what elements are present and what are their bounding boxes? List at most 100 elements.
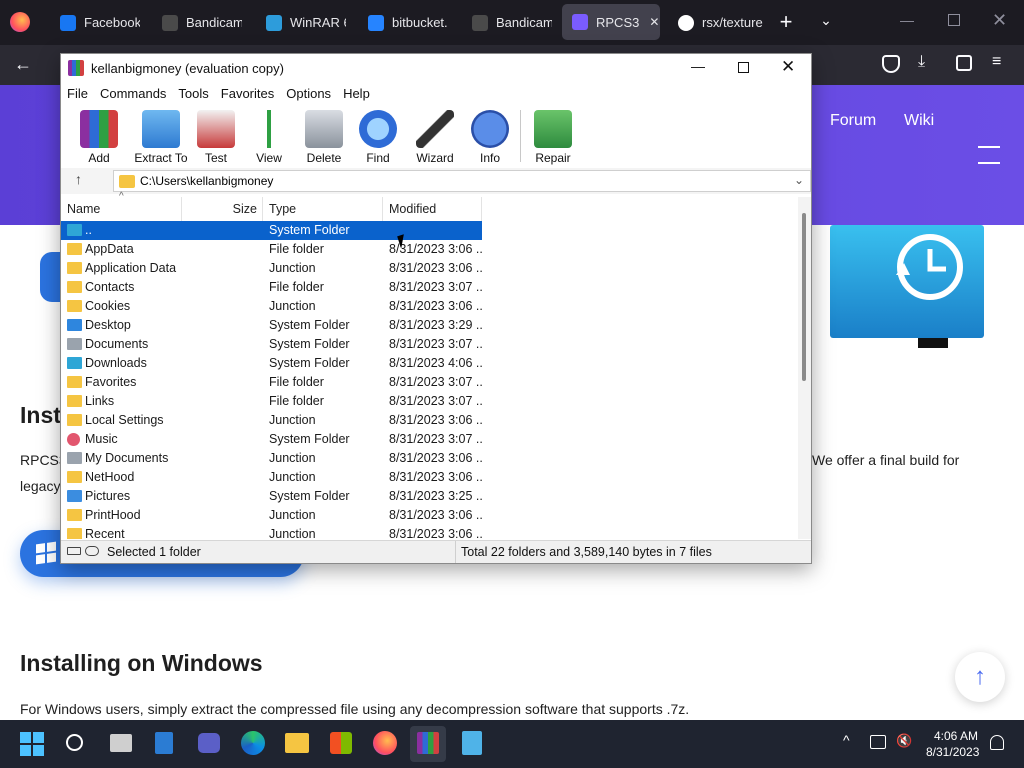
new-tab-icon[interactable]: + [776,10,796,34]
cell-name: Recent [85,527,125,539]
browser-tab[interactable]: Bandicam [152,0,242,45]
file-list-row[interactable]: Links File folder 8/31/2023 3:07 ... [61,392,796,411]
video-call-icon[interactable] [198,733,220,753]
file-list-row[interactable]: Documents System Folder 8/31/2023 3:07 ... [61,335,796,354]
cell-name: Favorites [85,375,137,389]
path-combobox[interactable]: C:\Users\kellanbigmoney ⌄ [113,170,811,192]
firefox-taskbar-icon[interactable] [373,731,397,755]
close-browser-icon[interactable]: ✕ [992,10,1008,30]
task-view-icon[interactable] [110,734,132,752]
menu-tools[interactable]: Tools [172,86,214,101]
file-list-row[interactable]: AppData File folder 8/31/2023 3:06 ... [61,240,796,259]
file-list-row[interactable]: My Documents Junction 8/31/2023 3:06 ... [61,449,796,468]
file-list-row[interactable]: Recent Junction 8/31/2023 3:06 ... [61,525,796,539]
browser-tab-label: WinRAR 6... [290,15,346,30]
path-dropdown-icon[interactable]: ⌄ [794,173,804,187]
history-monitor-illustration [830,225,984,338]
download-icon[interactable]: ⤓ [918,53,936,73]
firefox-menu-icon[interactable] [10,12,30,32]
browser-tab[interactable]: RPCS3 ✕ [562,4,660,40]
menu-options[interactable]: Options [280,86,337,101]
edge-browser-icon[interactable] [241,731,265,755]
file-list-row[interactable]: Contacts File folder 8/31/2023 3:07 ... [61,278,796,297]
notification-bell-icon[interactable] [990,735,1004,750]
cell-name: Contacts [85,280,135,294]
winrar-close-icon[interactable]: ✕ [781,57,797,77]
cell-modified: 8/31/2023 3:25 ... [389,489,482,503]
file-list-row[interactable]: Music System Folder 8/31/2023 3:07 ... [61,430,796,449]
column-size[interactable]: Size [182,197,263,221]
settings-sliders-icon[interactable] [978,146,1000,164]
facebook-icon [60,14,76,31]
notepad-icon[interactable] [462,731,482,755]
menu-favorites[interactable]: Favorites [215,86,280,101]
toolbar-info-button[interactable]: Info [459,104,521,165]
show-hidden-icons-chevron-icon[interactable]: ^ [843,732,850,748]
browser-tab[interactable]: Facebook [50,0,140,45]
maximize-browser-icon[interactable] [948,14,960,26]
cell-modified: 8/31/2023 3:07 ... [389,375,482,389]
cell-name: Documents [85,337,149,351]
path-folder-icon [119,175,135,188]
add-archive-icon [80,110,118,148]
volume-muted-icon[interactable]: 🔇 [896,733,912,749]
windows-taskbar: ^ 🔇 4:06 AM 8/31/2023 [0,720,1024,768]
toolbar-extract-to-button[interactable]: Extract To [130,104,192,165]
browser-tab[interactable]: bitbucket.o [358,0,448,45]
browser-tab[interactable]: Bandicam [462,0,552,45]
file-list-row[interactable]: Favorites File folder 8/31/2023 3:07 ... [61,373,796,392]
toolbar-add-button[interactable]: Add [68,104,130,165]
file-list-row[interactable]: Pictures System Folder 8/31/2023 3:25 ... [61,487,796,506]
hamburger-menu-icon[interactable]: ≡ [992,53,1010,73]
menu-commands[interactable]: Commands [94,86,172,101]
winrar-minimize-icon[interactable]: — [691,58,707,74]
toolbar-find-button[interactable]: Find [347,104,409,165]
column-name[interactable]: Name [61,197,182,221]
toolbar-view-button[interactable]: View [238,104,300,165]
cell-type: System Folder [269,223,350,237]
column-type[interactable]: Type [263,197,383,221]
file-list-scrollbar[interactable] [798,197,811,539]
file-list-row[interactable]: Application Data Junction 8/31/2023 3:06 .… [61,259,796,278]
file-list-row[interactable]: .. System Folder [61,221,796,240]
menu-file[interactable]: File [61,86,94,101]
start-menu-icon[interactable] [20,732,44,756]
browser-tab[interactable]: WinRAR 6... [256,0,346,45]
minimize-browser-icon[interactable]: — [900,12,916,32]
cell-type: Junction [269,508,316,522]
winrar-maximize-icon[interactable] [738,62,749,73]
search-icon[interactable] [66,734,83,751]
cell-modified: 8/31/2023 3:07 ... [389,394,482,408]
toolbar-delete-button[interactable]: Delete [293,104,355,165]
file-explorer-icon[interactable] [285,733,309,753]
tab-list-chevron-icon[interactable]: ⌄ [816,12,836,32]
nav-forum-link[interactable]: Forum [830,112,876,130]
network-icon[interactable] [870,735,886,749]
microsoft-store-icon[interactable] [330,732,352,754]
file-list-row[interactable]: Downloads System Folder 8/31/2023 4:06 ... [61,354,796,373]
back-arrow-icon[interactable]: ← [14,54,34,74]
column-modified[interactable]: Modified [383,197,482,221]
toolbar-repair-button[interactable]: Repair [522,104,584,165]
up-one-level-icon[interactable]: ↑ [75,171,89,189]
file-list-row[interactable]: Desktop System Folder 8/31/2023 3:29 ... [61,316,796,335]
clock-time[interactable]: 4:06 AM [934,729,978,743]
cell-modified: 8/31/2023 3:07 ... [389,337,482,351]
nav-wiki-link[interactable]: Wiki [904,112,934,130]
file-list-row[interactable]: NetHood Junction 8/31/2023 3:06 ... [61,468,796,487]
scrollbar-thumb[interactable] [802,213,806,381]
scroll-to-top-button[interactable]: ↑ [955,652,1005,702]
folder-icon [67,376,82,388]
menu-help[interactable]: Help [337,86,376,101]
extensions-icon[interactable] [956,55,972,71]
browser-tab[interactable]: rsx/texture [668,0,768,45]
file-list-row[interactable]: Cookies Junction 8/31/2023 3:06 ... [61,297,796,316]
close-tab-icon[interactable]: ✕ [649,15,659,29]
pocket-icon[interactable] [882,55,900,73]
file-list-row[interactable]: PrintHood Junction 8/31/2023 3:06 ... [61,506,796,525]
word-document-icon[interactable] [155,732,173,754]
file-list-row[interactable]: Local Settings Junction 8/31/2023 3:06 ... [61,411,796,430]
toolbar-wizard-button[interactable]: Wizard [404,104,466,165]
folder-icon [67,395,82,407]
clock-date[interactable]: 8/31/2023 [926,745,979,759]
